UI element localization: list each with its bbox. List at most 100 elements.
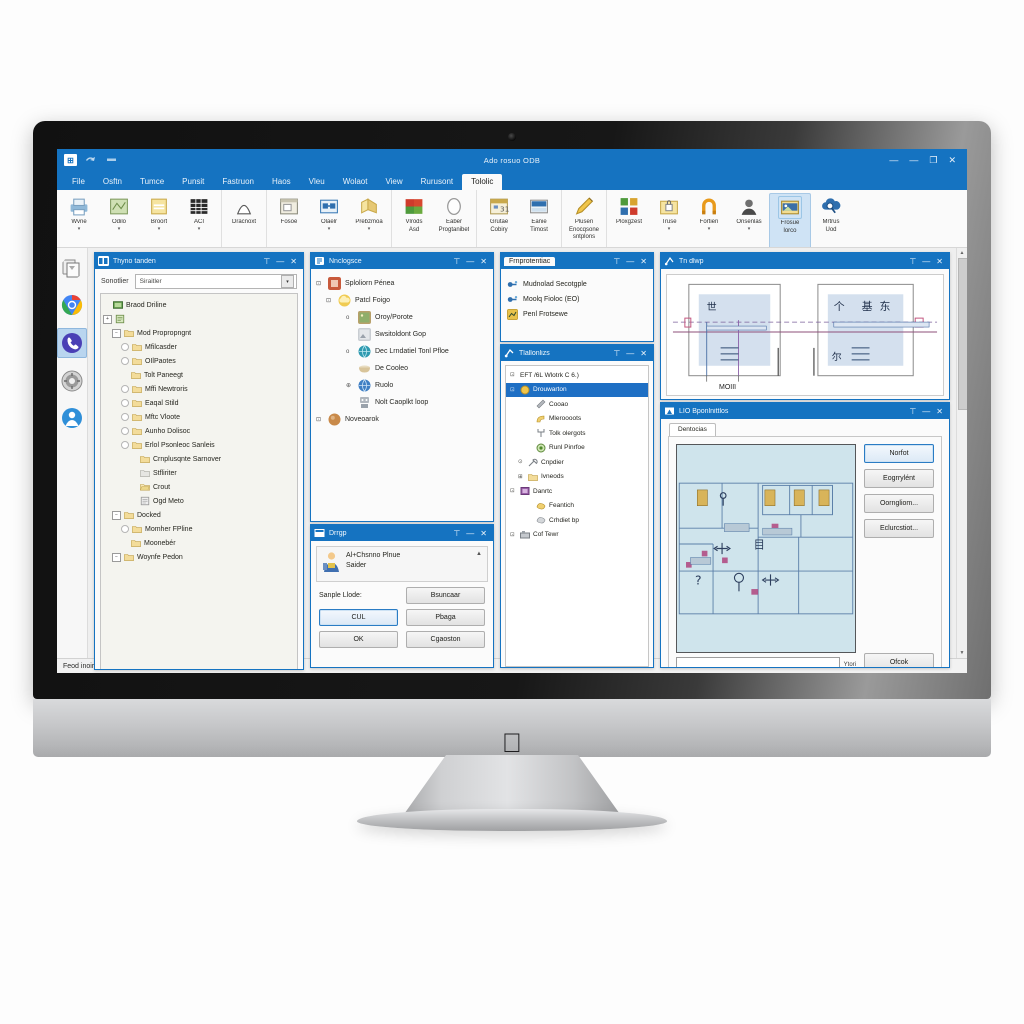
ribbon-button-onsenlas[interactable]: Onsenlas ▾ [729, 193, 769, 247]
tree-expander-icon[interactable]: − [112, 552, 121, 562]
minimize-icon[interactable]: — [922, 407, 930, 416]
maximize-icon[interactable]: ❐ [929, 155, 937, 166]
ribbon-tab-haos[interactable]: Haos [263, 174, 300, 190]
minimize-icon[interactable]: — [466, 529, 474, 538]
node-row[interactable]: De Cooleo [316, 360, 488, 377]
panel-node-tree[interactable]: Nnclogsce ⊤ — ✕ ⊡ Sploliorn Pénea ⊡ Patcl F… [310, 252, 494, 522]
dialog-buttons[interactable]: Sanple Llode: Bsuncaar CUL Pbaga OK Cgao… [319, 587, 485, 648]
cad-viewport[interactable]: 世 个 基 东 尔 MOIIï [666, 274, 944, 396]
ribbon-tab-punsit[interactable]: Punsit [173, 174, 213, 190]
panel-dialog[interactable]: Drrgp ⊤ — ✕ Al+Chsnno Plnue Saider ▲ San… [310, 524, 494, 668]
cad-body[interactable]: 世 个 基 东 尔 MOIIï [661, 269, 949, 399]
floorplan-body[interactable]: Dentocias ? 目 Ytori Norfot Eogrrylént Oo… [661, 419, 949, 667]
close-icon[interactable]: ✕ [640, 257, 647, 266]
panel-cad-drawing[interactable]: Tn dlwp ⊤ — ✕ 世 个 基 东 尔 MOIIï [660, 252, 950, 400]
pin-icon[interactable]: ⊤ [263, 257, 270, 266]
document-canvas[interactable]: Thyno tanden ⊤ — ✕ Sonotlier Siraitler ▾… [88, 248, 967, 670]
minimize-icon[interactable]: — [276, 257, 284, 266]
ribbon-tab-osftn[interactable]: Osftn [94, 174, 131, 190]
dialog-body[interactable]: Al+Chsnno Plnue Saider ▲ Sanple Llode: B… [311, 541, 493, 667]
ribbon-button-broort[interactable]: Broort ▾ [139, 193, 179, 247]
tree-row[interactable]: Crnplusqnte Sarnover [103, 452, 295, 466]
toolbox-expander-icon[interactable]: ⊙ [518, 459, 525, 465]
ribbon-toolbar[interactable]: Wvne ▾ Odilo ▾ Broort ▾ ACI ▾ Dracnoxt Fosoe Olael… [57, 190, 967, 248]
dock-item-copy-pages[interactable] [58, 254, 86, 282]
chevron-down-icon[interactable]: ▾ [78, 226, 81, 232]
node-expander-icon[interactable]: o [346, 349, 354, 355]
floorplan-tabstrip[interactable]: Dentocias [661, 419, 949, 436]
property-row[interactable]: Penl Frotsewe [507, 307, 647, 322]
ribbon-button-eaber[interactable]: Eaber Progtanibet [434, 193, 474, 247]
toolbox-row[interactable]: ⊡ Drouwarton [506, 382, 648, 397]
ribbon-tab-fastruon[interactable]: Fastruon [213, 174, 263, 190]
ribbon-button-frosue[interactable]: Frosue lorco [769, 193, 811, 247]
dock-item-browser[interactable] [58, 291, 86, 319]
node-expander-icon[interactable]: ⊕ [346, 382, 354, 389]
panel-properties[interactable]: Frnprotentiac ⊤ — ✕ Mudnolad Secotgple Mo… [500, 252, 654, 342]
dialog-button-cancel[interactable]: Cgaoston [406, 631, 485, 648]
tree-expander-icon[interactable]: + [103, 314, 112, 324]
scrollbar-track[interactable] [957, 410, 967, 648]
project-tree-list[interactable]: Braod Driline + − Mod Propropngnt Mfilcasder… [100, 293, 298, 669]
scroll-up-icon[interactable]: ▲ [957, 248, 967, 258]
tree-row[interactable]: + [103, 312, 295, 326]
undo-icon[interactable] [84, 155, 98, 165]
chevron-down-icon[interactable]: ▾ [668, 226, 671, 232]
user-blue-icon[interactable] [61, 407, 83, 429]
window-controls[interactable]: — — ❐ ✕ [889, 155, 963, 166]
toolbox-row[interactable]: ⊡ Danrtc [506, 484, 648, 499]
toolbox-row[interactable]: Runl Pinrfoe [506, 441, 648, 456]
dock-item-call[interactable] [57, 328, 87, 358]
close-icon[interactable]: ✕ [480, 257, 487, 266]
node-row[interactable]: ⊡ Patcl Foigo [316, 292, 488, 309]
panel-toolbox[interactable]: Tlallonlizs ⊤ — ✕ ⊡ EFT /6L Wlotrk C 6.) ⊡… [500, 344, 654, 668]
floorplan-button-eclurcstiot[interactable]: Eclurcstiot... [864, 519, 934, 538]
close-icon[interactable]: ✕ [640, 349, 647, 358]
floorplan-buttons[interactable]: Norfot Eogrrylént Oorngliom... Eclurcsti… [864, 444, 934, 667]
toolbox-row[interactable]: Tolk olergots [506, 426, 648, 441]
chevron-down-icon[interactable]: ▾ [281, 275, 294, 288]
node-tree-titlebar[interactable]: Nnclogsce ⊤ — ✕ [311, 253, 493, 269]
pin-icon[interactable]: ⊤ [453, 257, 460, 266]
floorplan-input[interactable] [676, 657, 840, 667]
pin-icon[interactable]: ⊤ [453, 529, 460, 538]
properties-body[interactable]: Mudnolad Secotgple Moolq Fioloc (EO) Penl … [501, 269, 653, 341]
node-expander-icon[interactable]: ⊡ [326, 297, 334, 304]
toolbox-row[interactable]: ⊡ EFT /6L Wlotrk C 6.) [506, 368, 648, 383]
node-expander-icon[interactable]: o [346, 315, 354, 321]
chrome-browser-icon[interactable] [61, 294, 83, 316]
tree-row[interactable]: Crout [103, 480, 295, 494]
tree-row[interactable]: Mfilcasder [103, 340, 295, 354]
ribbon-button-olaelr[interactable]: Olaelr ▾ [309, 193, 349, 247]
ribbon-button-plusen[interactable]: Plusen Enocqsone sntplons [564, 193, 604, 247]
ribbon-tab-file[interactable]: File [63, 174, 94, 190]
node-tree-list[interactable]: ⊡ Sploliorn Pénea ⊡ Patcl Foigo o Oroy/Porote… [311, 269, 493, 434]
pin-icon[interactable]: ⊤ [909, 257, 916, 266]
toolbox-row[interactable]: Mleroooots [506, 412, 648, 427]
filter-select[interactable]: Siraitler ▾ [134, 274, 297, 289]
toolbox-row[interactable]: ⊙ Cnpdier [506, 455, 648, 470]
tree-row[interactable]: Aunho Dolisoc [103, 424, 295, 438]
dialog-button-cul[interactable]: CUL [319, 609, 398, 626]
scrollbar-thumb[interactable] [958, 258, 967, 410]
dialog-titlebar[interactable]: Drrgp ⊤ — ✕ [311, 525, 493, 541]
toolbox-expander-icon[interactable]: ⊡ [510, 532, 517, 538]
scroll-up-icon[interactable]: ▲ [476, 551, 482, 557]
chevron-down-icon[interactable]: ▾ [708, 226, 711, 232]
toolbox-expander-icon[interactable]: ⊞ [518, 474, 525, 480]
floorplan-button-norfot[interactable]: Norfot [864, 444, 934, 463]
chevron-down-icon[interactable]: ▾ [158, 226, 161, 232]
tree-row[interactable]: Eaqal Stild [103, 396, 295, 410]
toolbox-row[interactable]: ⊡ Cof Tewr [506, 528, 648, 543]
project-tree-body[interactable]: Sonotlier Siraitler ▾ Braod Driline + − Mod… [95, 269, 303, 669]
dialog-button-bsuncaar[interactable]: Bsuncaar [406, 587, 485, 604]
ribbon-button-eanie[interactable]: Eanie Timost [519, 193, 559, 247]
dialog-button-ok[interactable]: OK [319, 631, 398, 648]
settings-gear-icon[interactable] [61, 370, 83, 392]
tree-row[interactable]: Mftc Vloote [103, 410, 295, 424]
node-row[interactable]: Swsitoldont Gop [316, 326, 488, 343]
ribbon-tab-vleu[interactable]: Vleu [300, 174, 334, 190]
toolbox-row[interactable]: Cooao [506, 397, 648, 412]
chevron-down-icon[interactable]: ▾ [328, 226, 331, 232]
properties-list[interactable]: Mudnolad Secotgple Moolq Fioloc (EO) Penl … [501, 269, 653, 330]
